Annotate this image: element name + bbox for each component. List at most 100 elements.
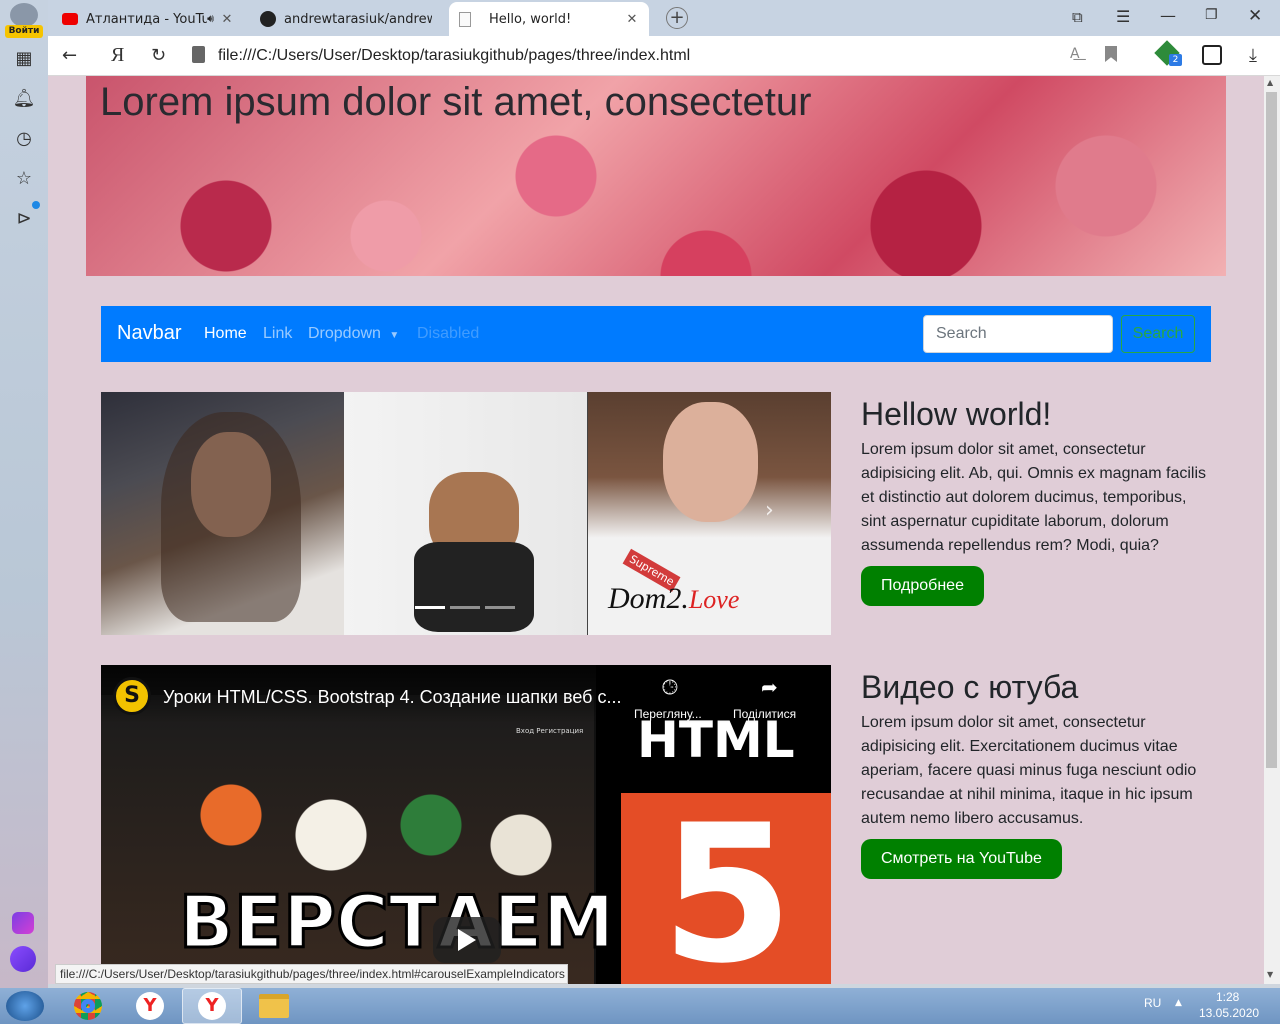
share-label: Поділитися bbox=[733, 707, 797, 721]
status-url: file:///C:/Users/User/Desktop/tarasiukgi… bbox=[55, 964, 568, 984]
share-icon[interactable]: ➦ bbox=[761, 675, 778, 699]
speaker-icon[interactable]: 🔊︎ bbox=[207, 12, 214, 26]
notification-dot bbox=[32, 201, 40, 209]
url-field[interactable]: file:///C:/Users/User/Desktop/tarasiukgi… bbox=[218, 41, 1088, 71]
star-icon[interactable]: ☆ bbox=[12, 166, 36, 190]
play-button-icon[interactable] bbox=[433, 917, 501, 963]
play-triangle bbox=[458, 929, 476, 951]
face-shape bbox=[663, 402, 758, 522]
yandex-taskbar-icon[interactable]: Y bbox=[120, 988, 180, 1024]
login-badge[interactable]: Войти bbox=[5, 25, 43, 38]
tab-github[interactable]: andrewtarasiuk/andrewtara bbox=[250, 2, 442, 36]
section1-heading: Hellow world! bbox=[861, 396, 1052, 432]
carousel-indicator-1[interactable] bbox=[415, 606, 445, 609]
html5-number: 5 bbox=[661, 784, 794, 985]
navbar-brand[interactable]: Navbar bbox=[117, 322, 181, 345]
tabs-manager-icon[interactable]: ⧉ bbox=[1072, 8, 1083, 26]
scrollbar-thumb[interactable] bbox=[1266, 92, 1277, 768]
start-button[interactable] bbox=[6, 991, 44, 1021]
overlay-title: ВЕРСТАЕМ bbox=[177, 879, 615, 966]
close-window-icon[interactable]: ✕ bbox=[1248, 6, 1262, 26]
hero-banner: Lorem ipsum dolor sit amet, consectetur bbox=[86, 76, 1226, 276]
carousel-slide-2 bbox=[344, 392, 587, 635]
nav-disabled: Disabled bbox=[417, 325, 480, 342]
media-play-icon[interactable]: ⊳ bbox=[12, 206, 36, 230]
channel-avatar[interactable]: S bbox=[113, 677, 151, 715]
youtube-embed[interactable]: Вход Регистрация HTML 5 S Уроки HTML/CSS… bbox=[101, 665, 831, 984]
tab-hello-world[interactable]: Hello, world! ✕ bbox=[449, 2, 649, 36]
video-title[interactable]: Уроки HTML/CSS. Bootstrap 4. Создание ша… bbox=[163, 687, 621, 708]
more-button[interactable]: Подробнее bbox=[861, 566, 984, 606]
tray-arrow-icon[interactable]: ▲ bbox=[1175, 998, 1182, 1008]
search-button[interactable]: Search bbox=[1121, 315, 1195, 353]
caption-red-text: Love bbox=[688, 585, 740, 614]
section2-text: Lorem ipsum dolor sit amet, consectetur … bbox=[861, 714, 1197, 827]
clock-time[interactable]: 1:28 bbox=[1216, 990, 1239, 1004]
youtube-icon bbox=[62, 13, 78, 25]
hair-shape bbox=[161, 412, 301, 622]
navbar: Navbar Home Link Dropdown ▼ Disabled Sea… bbox=[101, 306, 1211, 362]
back-icon[interactable]: ← bbox=[62, 45, 77, 66]
reload-icon[interactable]: ↻ bbox=[151, 45, 166, 66]
carousel-next-icon[interactable]: › bbox=[765, 498, 774, 523]
reader-icon[interactable] bbox=[1202, 45, 1222, 65]
windows-taskbar: Y Y RU ▲ 1:28 13.05.2020 bbox=[0, 988, 1280, 1024]
carousel-indicator-3[interactable] bbox=[485, 606, 515, 609]
minimize-icon[interactable]: — bbox=[1160, 6, 1176, 25]
boots-shape bbox=[414, 542, 534, 632]
hero-title: Lorem ipsum dolor sit amet, consectetur bbox=[100, 80, 812, 124]
bell-icon[interactable]: 🔔︎ bbox=[12, 86, 36, 110]
alice-assistant-icon[interactable] bbox=[10, 946, 36, 972]
language-indicator[interactable]: RU bbox=[1144, 996, 1161, 1010]
folder-icon bbox=[259, 994, 289, 1018]
youtube-button[interactable]: Смотреть на YouTube bbox=[861, 839, 1062, 879]
scroll-down-icon[interactable]: ▼ bbox=[1267, 970, 1273, 979]
history-clock-icon[interactable]: ◷ bbox=[12, 126, 36, 150]
close-icon[interactable]: ✕ bbox=[625, 12, 639, 27]
new-tab-icon[interactable]: + bbox=[666, 7, 688, 29]
url-text: file:///C:/Users/User/Desktop/tarasiukgi… bbox=[218, 47, 691, 64]
restore-icon[interactable]: ❐ bbox=[1205, 7, 1218, 23]
carousel-indicator-2[interactable] bbox=[450, 606, 480, 609]
caption-dom2: Dom2.Love bbox=[608, 582, 739, 616]
tab-label: Атлантида - YouTub bbox=[86, 11, 208, 27]
tab-label: andrewtarasiuk/andrewtara bbox=[284, 11, 432, 27]
explorer-taskbar-icon[interactable] bbox=[244, 988, 304, 1024]
caption-text: Dom2. bbox=[608, 582, 689, 615]
yandex-taskbar-icon-active[interactable]: Y bbox=[182, 988, 242, 1024]
yandex-browser-icon: Y bbox=[136, 992, 164, 1020]
page-viewport: Lorem ipsum dolor sit amet, consectetur … bbox=[48, 76, 1264, 984]
github-icon bbox=[260, 11, 276, 27]
section1-text: Lorem ipsum dolor sit amet, consectetur … bbox=[861, 441, 1207, 554]
translate-icon[interactable]: A͟ bbox=[1070, 46, 1080, 62]
apps-grid-icon[interactable]: ▦ bbox=[12, 46, 36, 70]
image-carousel[interactable]: Supreme Dom2.Love › bbox=[101, 392, 831, 635]
extension-badge: 2 bbox=[1169, 54, 1182, 66]
scroll-up-icon[interactable]: ▲ bbox=[1267, 78, 1273, 87]
nav-dropdown[interactable]: Dropdown ▼ bbox=[308, 325, 399, 343]
chrome-taskbar-icon[interactable] bbox=[58, 988, 118, 1024]
yandex-browser-icon: Y bbox=[198, 992, 226, 1020]
tab-label: Hello, world! bbox=[489, 11, 572, 27]
browser-sidebar: Войти ▦ 🔔︎ ◷ ☆ ⊳ bbox=[0, 0, 48, 988]
menu-icon[interactable]: ☰ bbox=[1116, 7, 1130, 26]
nav-home[interactable]: Home bbox=[204, 325, 247, 343]
search-input[interactable] bbox=[923, 315, 1113, 353]
messenger-icon[interactable] bbox=[12, 912, 34, 934]
caret-down-icon: ▼ bbox=[389, 330, 400, 341]
yandex-icon[interactable]: Я bbox=[111, 44, 124, 67]
clock-date[interactable]: 13.05.2020 bbox=[1199, 1006, 1259, 1020]
carousel-slide-1 bbox=[101, 392, 344, 635]
watch-later-icon[interactable]: 🕒︎ bbox=[662, 675, 678, 699]
close-icon[interactable]: ✕ bbox=[220, 12, 234, 27]
carousel-slide-3: Supreme Dom2.Love bbox=[588, 392, 831, 635]
watch-later-label: Перегляну... bbox=[634, 707, 702, 721]
download-icon[interactable]: ⤓ bbox=[1249, 45, 1257, 66]
chrome-icon bbox=[74, 992, 102, 1020]
file-icon bbox=[192, 46, 205, 63]
section2-heading: Видео с ютуба bbox=[861, 669, 1079, 705]
profile-avatar[interactable] bbox=[10, 3, 38, 27]
tab-youtube[interactable]: Атлантида - YouTub 🔊︎ ✕ bbox=[52, 2, 244, 36]
page-icon bbox=[459, 11, 471, 27]
nav-link[interactable]: Link bbox=[263, 325, 292, 343]
